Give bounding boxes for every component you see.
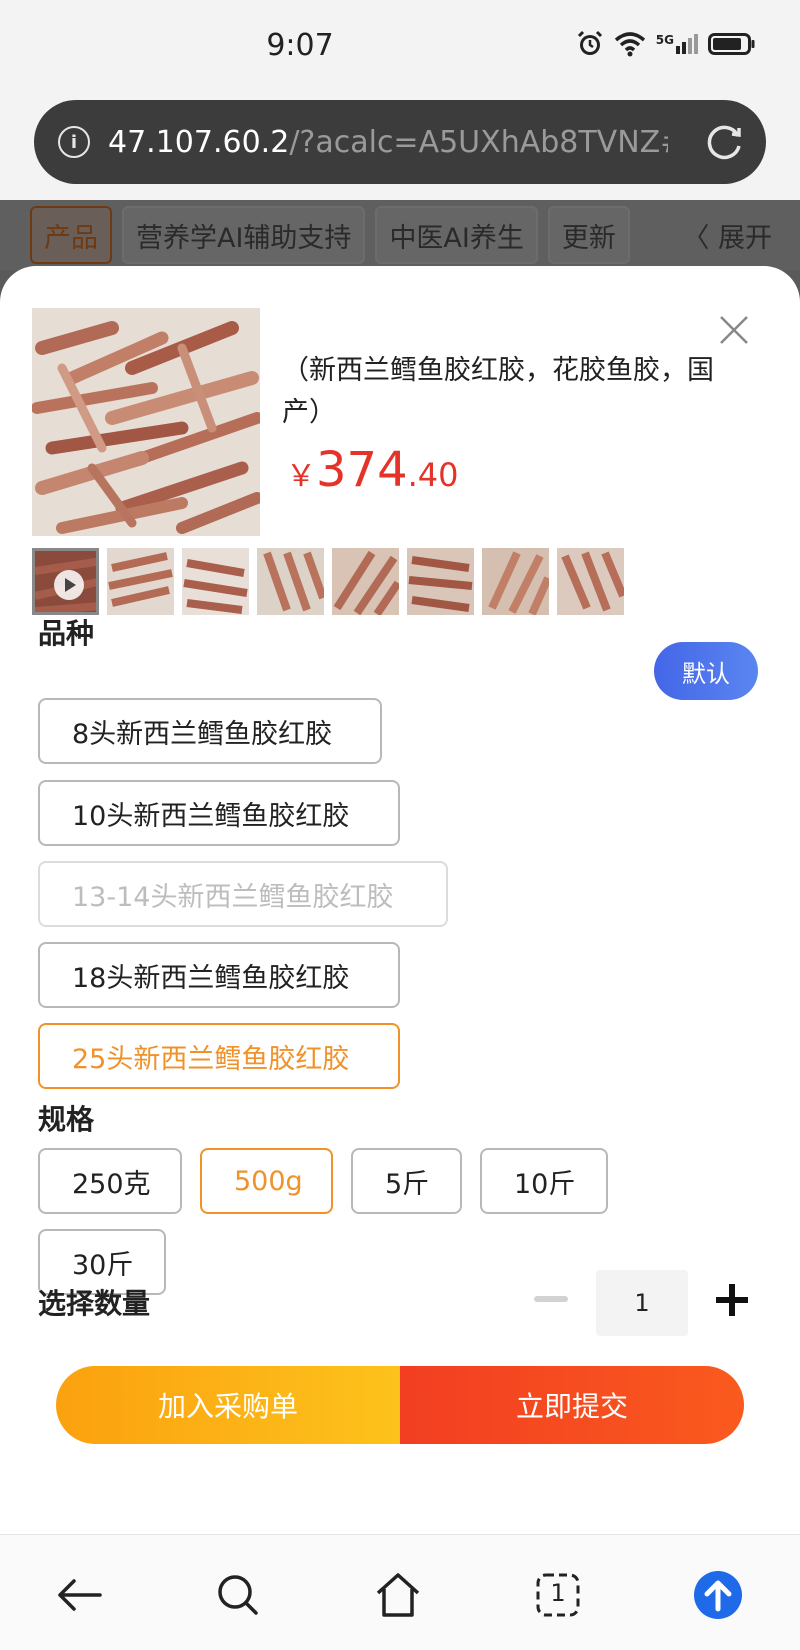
variety-option[interactable]: 10头新西兰鳕鱼胶红胶 — [38, 780, 400, 846]
category-tabs: 产品 营养学AI辅助支持 中医AI养生 更新 〈 展开 — [0, 200, 800, 270]
spec-heading: 规格 — [38, 1103, 95, 1136]
search-icon[interactable] — [210, 1567, 266, 1623]
browser-bottom-nav: 1 — [0, 1534, 800, 1650]
tab-products[interactable]: 产品 — [30, 206, 112, 264]
home-icon[interactable] — [370, 1567, 426, 1623]
variety-option-disabled: 13-14头新西兰鳕鱼胶红胶 — [38, 861, 448, 927]
network-label: 5G — [655, 33, 674, 47]
url-path: /?acalc=A5UXhAb8TVNZ# — [289, 124, 668, 160]
play-icon — [54, 570, 84, 600]
product-options-sheet: （新西兰鳕鱼胶红胶，花胶鱼胶，国产） ￥374.40 品种 默认 8头新西兰鳕鱼… — [0, 266, 800, 1534]
spec-option[interactable]: 5斤 — [351, 1148, 462, 1214]
price-integer: 374 — [316, 442, 408, 498]
spec-option[interactable]: 250克 — [38, 1148, 182, 1214]
status-time: 9:07 — [266, 28, 334, 63]
decrement-button[interactable] — [534, 1296, 568, 1302]
thumbnail[interactable] — [182, 548, 249, 615]
tab-count: 1 — [550, 1579, 566, 1607]
tab-tcm-ai[interactable]: 中医AI养生 — [375, 206, 538, 264]
price-currency: ￥ — [286, 459, 316, 494]
quantity-input[interactable]: 1 — [596, 1270, 688, 1336]
thumbnail-strip — [32, 548, 624, 615]
browser-toolbar: i 47.107.60.2/?acalc=A5UXhAb8TVNZ# — [0, 92, 800, 200]
address-bar[interactable]: i 47.107.60.2/?acalc=A5UXhAb8TVNZ# — [34, 100, 766, 184]
tabs-expand-button[interactable]: 〈 展开 — [682, 216, 772, 255]
thumbnail-video[interactable] — [32, 548, 99, 615]
action-bar: 加入采购单 立即提交 — [56, 1366, 744, 1444]
variety-option[interactable]: 8头新西兰鳕鱼胶红胶 — [38, 698, 382, 764]
add-to-cart-button[interactable]: 加入采购单 — [56, 1366, 400, 1444]
tab-updates[interactable]: 更新 — [547, 206, 630, 264]
product-main-image[interactable] — [32, 308, 260, 536]
tab-nutrition-ai[interactable]: 营养学AI辅助支持 — [122, 206, 366, 264]
spec-option[interactable]: 10斤 — [480, 1148, 608, 1214]
close-icon[interactable] — [718, 314, 750, 346]
thumbnail[interactable] — [257, 548, 324, 615]
default-button[interactable]: 默认 — [654, 642, 758, 700]
alarm-icon — [577, 30, 602, 55]
tabs-icon[interactable]: 1 — [530, 1567, 586, 1623]
variety-heading: 品种 — [38, 617, 95, 650]
upload-icon[interactable] — [690, 1567, 746, 1623]
variety-option-selected[interactable]: 25头新西兰鳕鱼胶红胶 — [38, 1023, 400, 1089]
wifi-icon — [614, 32, 645, 57]
submit-button[interactable]: 立即提交 — [400, 1366, 744, 1444]
product-price: ￥374.40 — [286, 442, 459, 498]
status-bar: 9:07 5G — [0, 0, 800, 92]
thumbnail[interactable] — [557, 548, 624, 615]
thumbnail[interactable] — [332, 548, 399, 615]
price-decimal: .40 — [407, 456, 459, 494]
cellular-5g-icon: 5G — [656, 34, 698, 54]
thumbnail[interactable] — [482, 548, 549, 615]
thumbnail[interactable] — [107, 548, 174, 615]
reload-icon[interactable] — [702, 120, 746, 164]
quantity-heading: 选择数量 — [38, 1287, 151, 1320]
url-text[interactable]: 47.107.60.2/?acalc=A5UXhAb8TVNZ# — [108, 125, 668, 160]
status-icons: 5G — [576, 30, 756, 58]
url-host: 47.107.60.2 — [108, 124, 290, 160]
increment-button[interactable] — [716, 1284, 748, 1316]
info-icon[interactable]: i — [58, 126, 90, 158]
product-title: （新西兰鳕鱼胶红胶，花胶鱼胶，国产） — [282, 355, 714, 428]
thumbnail[interactable] — [407, 548, 474, 615]
variety-option[interactable]: 18头新西兰鳕鱼胶红胶 — [38, 942, 400, 1008]
spec-option-selected[interactable]: 500g — [200, 1148, 333, 1214]
battery-icon — [708, 33, 755, 55]
back-icon[interactable] — [52, 1567, 108, 1623]
